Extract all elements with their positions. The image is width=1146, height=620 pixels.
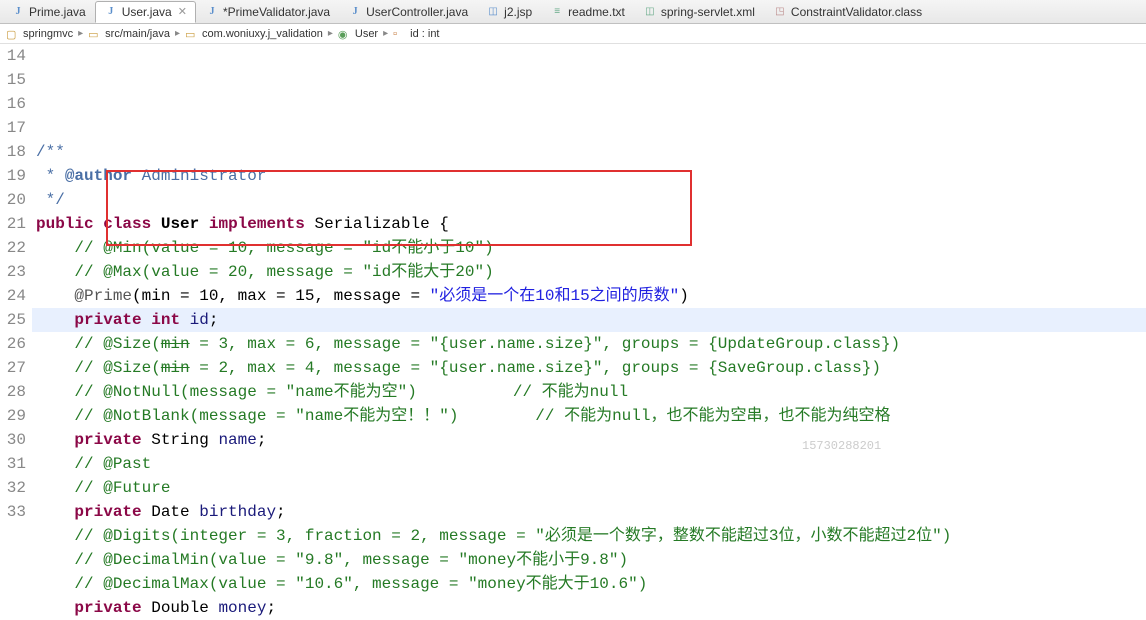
line-number: 33 [0, 500, 26, 524]
editor-tab[interactable]: ConstraintValidator.class [764, 1, 931, 23]
code-line[interactable]: // @DecimalMin(value = "9.8", message = … [32, 548, 1146, 572]
code-line[interactable]: // @Digits(integer = 3, fraction = 2, me… [32, 524, 1146, 548]
breadcrumb-item[interactable]: User [336, 28, 380, 40]
crumb-label: com.woniuxy.j_validation [202, 28, 323, 40]
breadcrumb-item[interactable]: springmvc [4, 28, 75, 40]
chevron-right-icon: ▸ [382, 28, 389, 39]
line-number: 20 [0, 188, 26, 212]
line-number: 19 [0, 164, 26, 188]
code-line[interactable]: // @Max(value = 20, message = "id不能大于20"… [32, 260, 1146, 284]
code-line[interactable]: // @NotNull(message = "name不能为空") // 不能为… [32, 380, 1146, 404]
editor-tab[interactable]: readme.txt [541, 1, 634, 23]
crumb-label: id : int [410, 28, 439, 40]
file-icon [348, 5, 362, 19]
editor-tab[interactable]: j2.jsp [477, 1, 541, 23]
line-number: 21 [0, 212, 26, 236]
tab-label: *PrimeValidator.java [223, 5, 330, 19]
code-line[interactable]: private int id; [32, 308, 1146, 332]
file-icon [486, 5, 500, 19]
line-number: 24 [0, 284, 26, 308]
line-number: 28 [0, 380, 26, 404]
code-line[interactable]: // @Past [32, 452, 1146, 476]
breadcrumb-bar: springmvc ▸ src/main/java ▸ com.woniuxy.j_va… [0, 24, 1146, 44]
close-icon[interactable]: ✕ [178, 5, 187, 18]
breadcrumb-item[interactable]: src/main/java [86, 28, 172, 40]
code-line[interactable]: // @Min(value = 10, message = "id不能小于10"… [32, 236, 1146, 260]
code-line[interactable]: private Double money; [32, 596, 1146, 620]
editor-tab-bar: Prime.java User.java ✕ *PrimeValidator.java… [0, 0, 1146, 24]
file-icon [104, 5, 118, 19]
line-number: 14 [0, 44, 26, 68]
line-number: 32 [0, 476, 26, 500]
crumb-icon [338, 28, 352, 40]
tab-label: User.java [122, 5, 172, 19]
code-line[interactable]: // @Size(min = 3, max = 6, message = "{u… [32, 332, 1146, 356]
code-line[interactable]: // @Size(min = 2, max = 4, message = "{u… [32, 356, 1146, 380]
code-line[interactable]: // @Future [32, 476, 1146, 500]
tab-label: j2.jsp [504, 5, 532, 19]
breadcrumb-item[interactable]: id : int [391, 28, 441, 40]
crumb-icon [88, 28, 102, 40]
code-area[interactable]: 15730288201 /** * @author Administrator … [32, 44, 1146, 620]
code-line[interactable]: /** [32, 140, 1146, 164]
crumb-label: User [355, 28, 378, 40]
file-icon [643, 5, 657, 19]
file-icon [773, 5, 787, 19]
code-line[interactable]: public class User implements Serializabl… [32, 212, 1146, 236]
line-number: 18 [0, 140, 26, 164]
line-number: 26 [0, 332, 26, 356]
line-number: 17 [0, 116, 26, 140]
file-icon [550, 5, 564, 19]
code-line[interactable]: */ [32, 188, 1146, 212]
tab-label: readme.txt [568, 5, 625, 19]
breadcrumb-item[interactable]: com.woniuxy.j_validation [183, 28, 325, 40]
crumb-icon [393, 28, 407, 40]
line-number: 29 [0, 404, 26, 428]
code-line[interactable]: @Prime(min = 10, max = 15, message = "必须… [32, 284, 1146, 308]
code-line[interactable]: private Date birthday; [32, 500, 1146, 524]
editor-tab[interactable]: Prime.java [2, 1, 95, 23]
line-number: 31 [0, 452, 26, 476]
chevron-right-icon: ▸ [327, 28, 334, 39]
line-number: 23 [0, 260, 26, 284]
code-line[interactable]: * @author Administrator [32, 164, 1146, 188]
watermark-text: 15730288201 [802, 434, 881, 458]
tab-label: spring-servlet.xml [661, 5, 755, 19]
tab-label: Prime.java [29, 5, 86, 19]
editor-tab[interactable]: UserController.java [339, 1, 477, 23]
line-number-gutter: 1415161718192021222324252627282930313233 [0, 44, 32, 620]
tab-label: ConstraintValidator.class [791, 5, 922, 19]
code-line[interactable]: private String name; [32, 428, 1146, 452]
tab-label: UserController.java [366, 5, 468, 19]
line-number: 30 [0, 428, 26, 452]
line-number: 25 [0, 308, 26, 332]
crumb-label: src/main/java [105, 28, 170, 40]
line-number: 16 [0, 92, 26, 116]
code-line[interactable]: // @NotBlank(message = "name不能为空！！") // … [32, 404, 1146, 428]
code-line[interactable]: // @DecimalMax(value = "10.6", message =… [32, 572, 1146, 596]
editor-tab[interactable]: User.java ✕ [95, 1, 196, 23]
line-number: 27 [0, 356, 26, 380]
editor-tab[interactable]: spring-servlet.xml [634, 1, 764, 23]
file-icon [11, 5, 25, 19]
line-number: 15 [0, 68, 26, 92]
chevron-right-icon: ▸ [174, 28, 181, 39]
crumb-label: springmvc [23, 28, 73, 40]
code-editor[interactable]: 1415161718192021222324252627282930313233… [0, 44, 1146, 620]
chevron-right-icon: ▸ [77, 28, 84, 39]
editor-tab[interactable]: *PrimeValidator.java [196, 1, 339, 23]
line-number: 22 [0, 236, 26, 260]
crumb-icon [185, 28, 199, 40]
crumb-icon [6, 28, 20, 40]
file-icon [205, 5, 219, 19]
